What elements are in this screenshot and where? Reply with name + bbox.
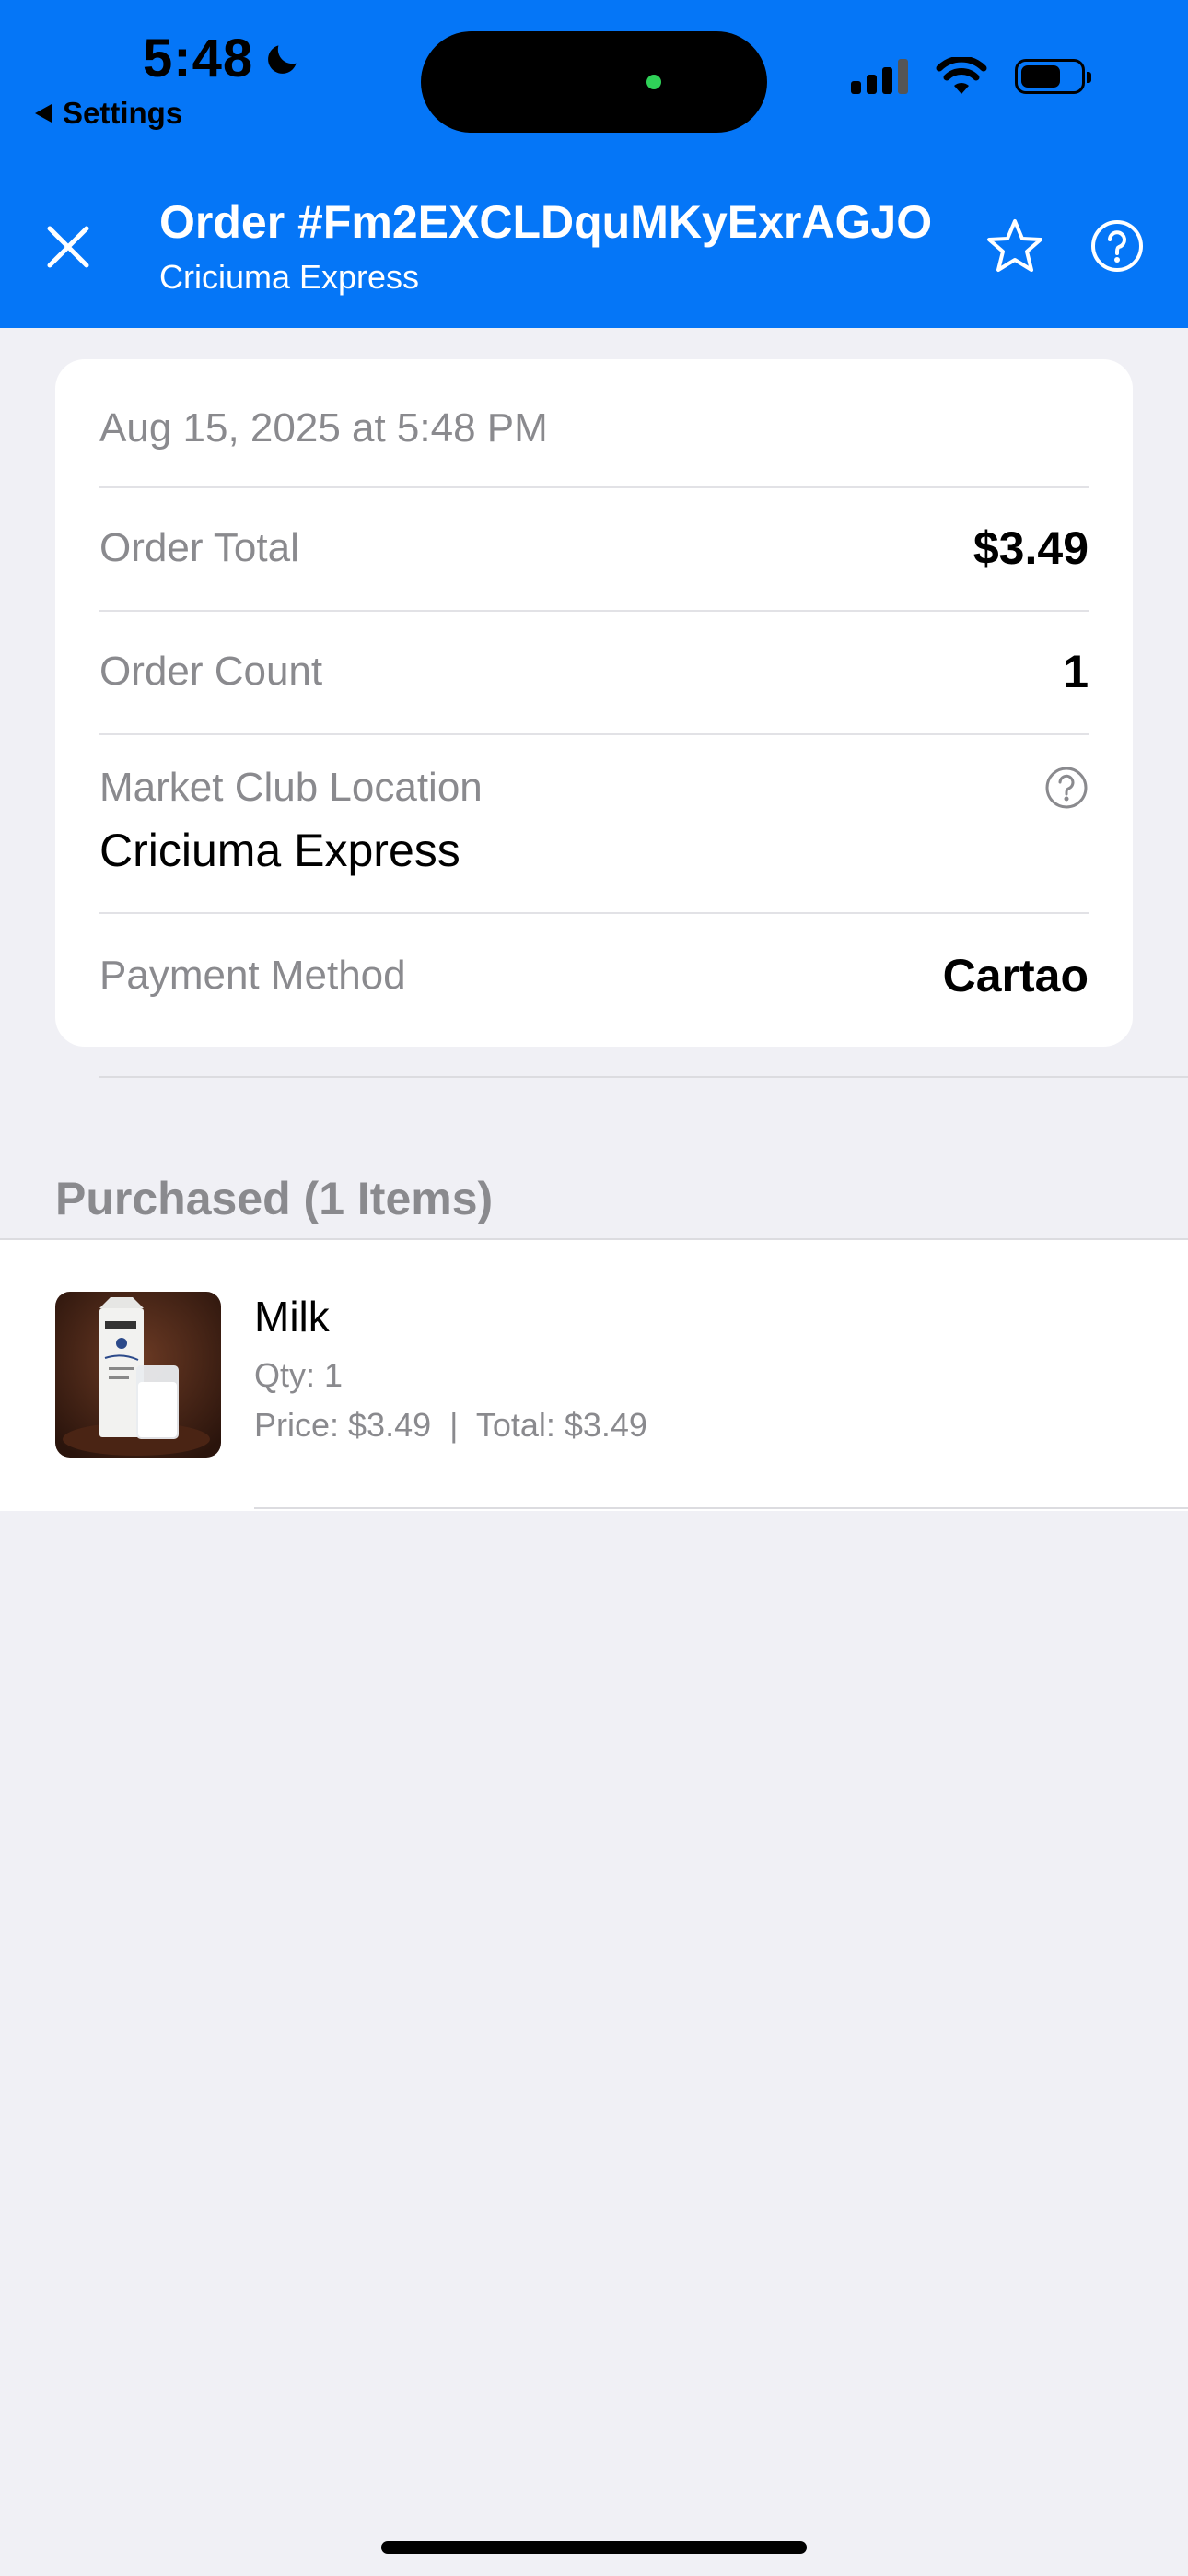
order-total-value: $3.49 xyxy=(973,522,1089,574)
page-title: Order #Fm2EXCLDquMKyExrAGJO xyxy=(159,196,933,248)
order-date-row: Aug 15, 2025 at 5:48 PM xyxy=(99,405,1089,451)
divider xyxy=(99,486,1089,488)
wifi-icon xyxy=(936,57,987,94)
order-count-row: Order Count 1 xyxy=(99,645,1089,698)
item-quantity: Qty: 1 xyxy=(254,1356,344,1394)
divider xyxy=(99,912,1089,914)
order-count-value: 1 xyxy=(1063,646,1089,697)
market-location-value-row: Criciuma Express xyxy=(99,824,1089,877)
list-item[interactable]: Milk Qty: 1 Price: $3.49 | Total: $3.49 xyxy=(0,1238,1188,1511)
cellular-signal-icon xyxy=(851,59,908,94)
order-summary-card: Aug 15, 2025 at 5:48 PM Order Total $3.4… xyxy=(55,359,1133,1047)
milk-product-image xyxy=(55,1292,221,1458)
home-indicator[interactable] xyxy=(381,2541,807,2554)
item-price-total: Price: $3.49 | Total: $3.49 xyxy=(254,1406,647,1444)
back-to-settings-link[interactable]: Settings xyxy=(35,96,182,131)
order-total-label: Order Total xyxy=(99,525,299,570)
dynamic-island xyxy=(421,31,767,133)
payment-method-value: Cartao xyxy=(942,950,1089,1001)
order-total-row: Order Total $3.49 xyxy=(99,521,1089,575)
moon-icon xyxy=(268,44,297,74)
payment-method-label: Payment Method xyxy=(99,953,406,998)
battery-icon xyxy=(1015,59,1091,94)
market-location-label: Market Club Location xyxy=(99,765,483,810)
location-help-icon[interactable] xyxy=(1044,766,1089,810)
divider xyxy=(254,1507,1188,1509)
header: 5:48 Settings Order #Fm2EXCLDquMKyExrAGJ… xyxy=(0,0,1188,328)
status-bar-time: 5:48 xyxy=(143,28,303,89)
milk-carton-photo-icon xyxy=(55,1292,221,1458)
page-subtitle: Criciuma Express xyxy=(159,258,420,296)
market-location-value: Criciuma Express xyxy=(99,825,460,876)
star-icon[interactable] xyxy=(984,216,1046,278)
camera-indicator-dot xyxy=(646,75,661,89)
order-date: Aug 15, 2025 at 5:48 PM xyxy=(99,405,548,451)
close-icon[interactable] xyxy=(39,217,98,276)
time-label: 5:48 xyxy=(143,29,254,88)
status-icons xyxy=(851,57,1091,96)
item-name: Milk xyxy=(254,1293,330,1341)
section-divider xyxy=(99,1076,1188,1078)
market-location-label-row: Market Club Location xyxy=(99,765,1089,811)
help-icon[interactable] xyxy=(1090,219,1144,273)
back-app-label: Settings xyxy=(63,96,183,130)
purchased-section-title: Purchased (1 Items) xyxy=(55,1173,494,1224)
back-triangle-icon xyxy=(35,104,52,123)
divider xyxy=(99,733,1089,735)
order-count-label: Order Count xyxy=(99,649,323,694)
payment-method-row: Payment Method Cartao xyxy=(99,949,1089,1002)
divider xyxy=(99,610,1089,612)
